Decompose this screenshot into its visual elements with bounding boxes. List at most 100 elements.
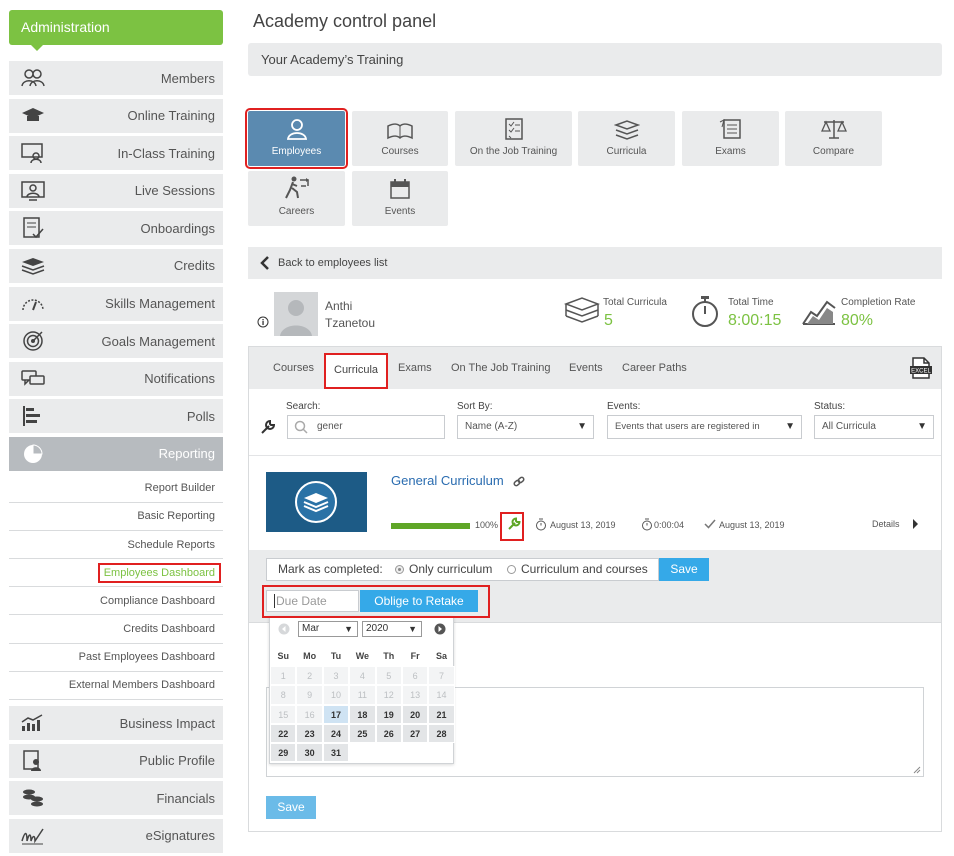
tile-label: On the Job Training — [469, 146, 558, 157]
reporting-link-compliance-dashboard[interactable]: Compliance Dashboard — [9, 587, 223, 616]
sort-value: Name (A-Z) — [465, 421, 518, 432]
search-label: Search: — [286, 401, 321, 412]
weekday-label: Mo — [303, 651, 317, 661]
calendar-week-row: 29 30 31 — [270, 742, 455, 763]
back-to-employees-link[interactable]: Back to employees list — [248, 247, 942, 279]
calendar-day[interactable]: 27 — [401, 723, 429, 743]
calendar-day[interactable]: 30 — [296, 742, 323, 763]
sidebar-item-esignatures[interactable]: eSignatures — [9, 818, 223, 853]
tile-exams[interactable]: Exams — [682, 111, 779, 166]
weekday-label: Fr — [410, 651, 420, 661]
events-select[interactable]: Events that users are registered in ▼ — [607, 415, 802, 439]
save-button[interactable]: Save — [266, 796, 316, 819]
prev-month-icon[interactable] — [278, 623, 290, 635]
calendar-week-row: 15 16 17 18 19 20 21 — [270, 704, 455, 724]
weekday-label: Su — [277, 651, 289, 661]
chevron-down-icon: ▼ — [408, 624, 417, 634]
tile-events[interactable]: Events — [352, 171, 448, 226]
reporting-link-schedule-reports[interactable]: Schedule Reports — [9, 531, 223, 560]
calendar-day[interactable]: 18 — [349, 704, 376, 724]
sidebar-item-live-sessions[interactable]: Live Sessions — [9, 173, 223, 208]
tile-curricula[interactable]: Curricula — [578, 111, 675, 166]
curriculum-and-courses-radio[interactable] — [507, 565, 516, 574]
tile-compare[interactable]: Compare — [785, 111, 882, 166]
sidebar-item-notifications[interactable]: Notifications — [9, 361, 223, 396]
only-curriculum-radio[interactable] — [395, 565, 404, 574]
tab-career-paths[interactable]: Career Paths — [622, 362, 687, 374]
curriculum-title-link[interactable]: General Curriculum — [391, 473, 504, 488]
weekday-label: Tu — [330, 651, 342, 661]
chevron-right-icon[interactable] — [912, 519, 919, 529]
sidebar-item-business-impact[interactable]: Business Impact — [9, 706, 223, 741]
live-sessions-icon — [19, 180, 47, 202]
reporting-link-report-builder[interactable]: Report Builder — [9, 475, 223, 503]
calendar-day[interactable]: 29 — [270, 742, 297, 763]
calendar-day[interactable]: 19 — [375, 704, 402, 724]
calendar-day[interactable]: 24 — [322, 723, 350, 743]
calendar-day[interactable]: 31 — [322, 742, 350, 763]
sidebar-item-onboardings[interactable]: Onboardings — [9, 211, 223, 246]
tab-curricula[interactable]: Curricula — [324, 353, 389, 389]
status-select[interactable]: All Curricula ▼ — [814, 415, 934, 439]
administration-header[interactable]: Administration — [9, 10, 223, 51]
filters-row: Search: gener Sort By: Name (A-Z) ▼ Event… — [249, 389, 941, 455]
sidebar-item-label: Financials — [156, 790, 215, 806]
details-link[interactable]: Details — [872, 519, 900, 529]
sort-select[interactable]: Name (A-Z) ▼ — [457, 415, 594, 439]
calendar-day[interactable]: 23 — [296, 723, 323, 743]
calendar-day[interactable]: 17 — [322, 704, 350, 724]
sidebar-item-members[interactable]: Members — [9, 61, 223, 95]
wrench-icon[interactable] — [260, 419, 276, 435]
reporting-link-basic-reporting[interactable]: Basic Reporting — [9, 503, 223, 531]
calendar-day: 14 — [428, 685, 455, 705]
reporting-link-label: Credits Dashboard — [123, 623, 215, 636]
reporting-link-credits-dashboard[interactable]: Credits Dashboard — [9, 615, 223, 644]
tile-employees[interactable]: Employees — [245, 108, 348, 169]
tile-on-the-job-training[interactable]: On the Job Training — [455, 111, 572, 166]
calendar-day[interactable]: 22 — [270, 723, 297, 743]
excel-export-icon[interactable]: EXCEL — [909, 356, 933, 380]
tile-label: Curricula — [606, 146, 647, 157]
tile-careers[interactable]: Careers — [248, 171, 345, 226]
mark-save-button[interactable]: Save — [659, 558, 709, 581]
section-subtitle: Your Academy’s Training — [248, 43, 942, 76]
sidebar-item-public-profile[interactable]: Public Profile — [9, 743, 223, 778]
calendar-day[interactable]: 20 — [401, 704, 429, 724]
sidebar-item-skills-management[interactable]: Skills Management — [9, 286, 223, 321]
calendar-day[interactable]: 21 — [428, 704, 455, 724]
tab-exams[interactable]: Exams — [398, 362, 432, 374]
tab-on-the-job-training[interactable]: On The Job Training — [451, 362, 550, 374]
weekday-header-row: Su Mo Tu We Th Fr Sa — [270, 647, 455, 666]
resize-handle-icon[interactable] — [913, 766, 921, 774]
search-icon — [294, 420, 308, 434]
info-icon[interactable] — [257, 316, 269, 328]
progress-text: 100% — [475, 520, 499, 530]
reporting-link-external-members-dashboard[interactable]: External Members Dashboard — [9, 672, 223, 701]
reporting-link-past-employees-dashboard[interactable]: Past Employees Dashboard — [9, 644, 223, 672]
link-icon[interactable] — [513, 476, 525, 488]
sidebar-item-goals-management[interactable]: Goals Management — [9, 324, 223, 359]
completed-date: August 13, 2019 — [719, 520, 785, 530]
calendar-day[interactable]: 25 — [349, 723, 376, 743]
reporting-link-employees-dashboard[interactable]: Employees Dashboard — [9, 559, 223, 588]
search-input[interactable]: gener — [287, 415, 445, 439]
month-select[interactable]: Mar ▼ — [298, 621, 358, 637]
calendar-day[interactable]: 28 — [428, 723, 455, 743]
reporting-link-label: Report Builder — [144, 482, 215, 495]
sidebar-item-financials[interactable]: Financials — [9, 781, 223, 816]
onboarding-icon — [19, 217, 47, 239]
sidebar-item-online-training[interactable]: Online Training — [9, 98, 223, 133]
events-label: Events: — [607, 401, 641, 412]
calendar-day[interactable]: 26 — [375, 723, 402, 743]
curricula-icon — [613, 120, 640, 140]
sidebar-item-reporting[interactable]: Reporting — [9, 436, 223, 471]
tab-courses[interactable]: Courses — [273, 362, 314, 374]
sidebar-item-in-class-training[interactable]: In-Class Training — [9, 136, 223, 171]
calendar-day: 8 — [270, 685, 297, 705]
sidebar-item-credits[interactable]: Credits — [9, 248, 223, 283]
sidebar-item-polls[interactable]: Polls — [9, 399, 223, 434]
tab-events[interactable]: Events — [569, 362, 603, 374]
year-select[interactable]: 2020 ▼ — [362, 621, 422, 637]
next-month-icon[interactable] — [434, 623, 446, 635]
tile-courses[interactable]: Courses — [352, 111, 448, 166]
